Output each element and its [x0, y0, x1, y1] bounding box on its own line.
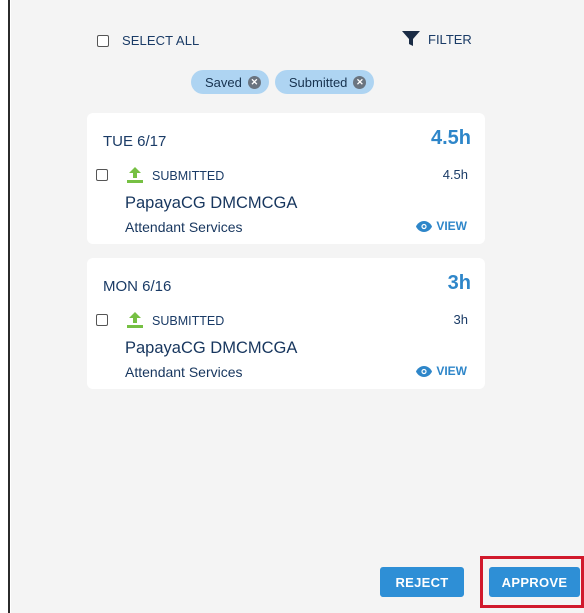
chip-saved[interactable]: Saved ✕	[191, 70, 269, 94]
approve-button[interactable]: APPROVE	[489, 567, 580, 597]
chip-submitted[interactable]: Submitted ✕	[274, 70, 375, 94]
reject-button[interactable]: REJECT	[380, 567, 464, 597]
entry-status: SUBMITTED	[152, 169, 225, 183]
close-circle-icon[interactable]: ✕	[353, 75, 367, 89]
entry-client: PapayaCG DMCMCGA	[125, 339, 298, 357]
filter-button[interactable]: FILTER	[402, 31, 472, 47]
view-button[interactable]: VIEW	[416, 364, 467, 378]
entry-date: MON 6/16	[103, 278, 172, 295]
view-button[interactable]: VIEW	[416, 219, 467, 233]
time-entry-card: MON 6/16 3h SUBMITTED 3h PapayaCG DMCMCG…	[87, 258, 485, 389]
upload-icon	[127, 167, 143, 183]
close-circle-icon[interactable]: ✕	[247, 75, 261, 89]
chip-label: Saved	[205, 74, 242, 90]
entry-hours: 4.5h	[442, 167, 468, 182]
entry-date: TUE 6/17	[103, 133, 167, 150]
entry-client: PapayaCG DMCMCGA	[125, 194, 298, 212]
left-border	[8, 0, 10, 613]
entry-service: Attendant Services	[125, 364, 243, 380]
filter-label: FILTER	[428, 31, 472, 47]
entry-total-hours: 4.5h	[430, 127, 471, 149]
upload-icon	[127, 312, 143, 328]
eye-icon	[416, 220, 433, 232]
entry-total-hours: 3h	[447, 272, 471, 294]
select-all-label: SELECT ALL	[122, 33, 200, 48]
entry-service: Attendant Services	[125, 219, 243, 235]
time-entry-card: TUE 6/17 4.5h SUBMITTED 4.5h PapayaCG DM…	[87, 113, 485, 244]
filter-icon	[402, 31, 420, 46]
entry-checkbox[interactable]	[96, 169, 108, 181]
select-all-control[interactable]: SELECT ALL	[97, 33, 199, 48]
view-label: VIEW	[436, 364, 467, 378]
view-label: VIEW	[436, 219, 467, 233]
chip-label: Submitted	[288, 74, 348, 90]
entry-checkbox[interactable]	[96, 314, 108, 326]
entry-status: SUBMITTED	[152, 314, 225, 328]
eye-icon	[416, 365, 433, 377]
entry-hours: 3h	[453, 312, 468, 327]
active-filter-chips: Saved ✕ Submitted ✕	[191, 70, 375, 94]
select-all-checkbox[interactable]	[97, 34, 109, 47]
